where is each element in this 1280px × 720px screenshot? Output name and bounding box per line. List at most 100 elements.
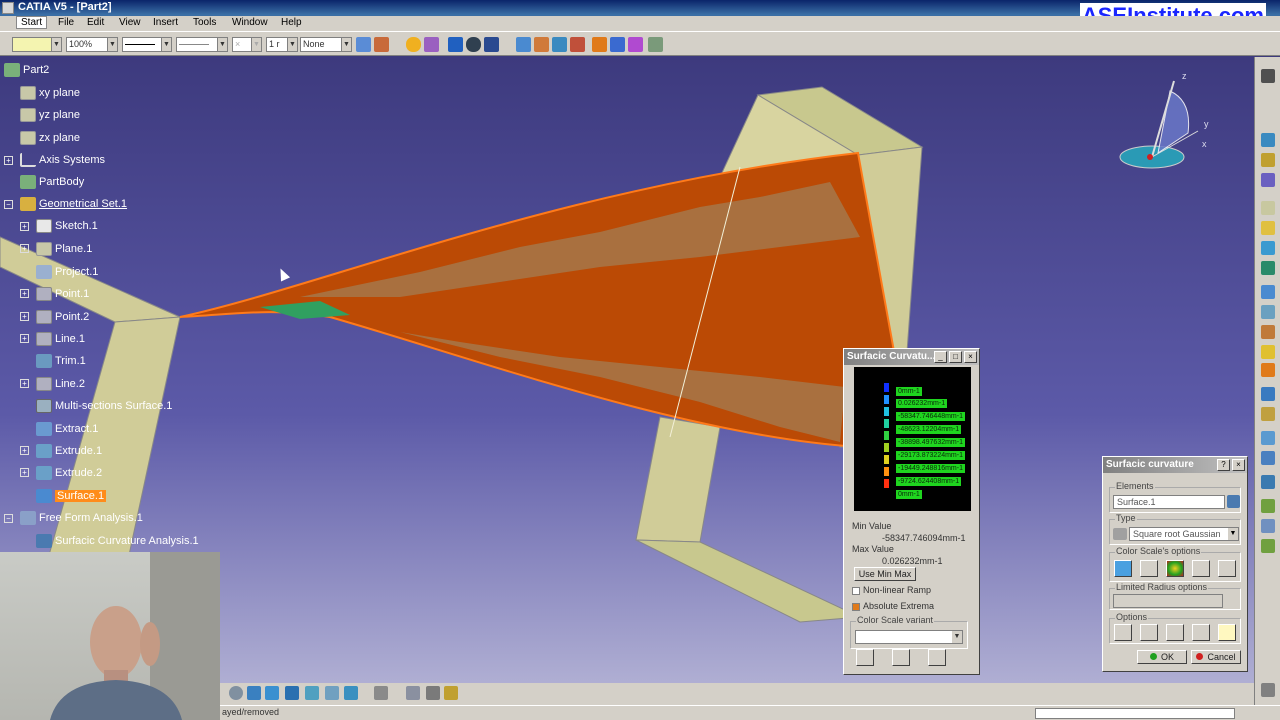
bulb-option-icon[interactable] <box>1218 624 1236 641</box>
expand-icon[interactable]: + <box>20 379 29 388</box>
translate-tool-icon[interactable] <box>1261 499 1275 513</box>
select-icon[interactable] <box>1261 69 1275 83</box>
whats-this-icon[interactable] <box>424 37 439 52</box>
tree-node-yz-plane[interactable]: yz plane <box>20 106 80 124</box>
draft-analysis-icon[interactable] <box>552 37 567 52</box>
tree-node-multisections-surface1[interactable]: Multi-sections Surface.1 <box>36 397 172 415</box>
tree-node-trim1[interactable]: Trim.1 <box>36 352 86 370</box>
tree-node-geometrical-set[interactable]: Geometrical Set.1 <box>20 195 127 213</box>
close-button[interactable]: × <box>964 351 977 363</box>
expand-icon[interactable]: + <box>20 312 29 321</box>
absolute-extrema-checkbox[interactable]: Absolute Extrema <box>852 601 934 611</box>
type-select[interactable]: Square root Gaussian ▼ <box>1129 527 1239 541</box>
elements-field[interactable]: Surface.1 <box>1113 495 1225 509</box>
menu-edit[interactable]: Edit <box>87 17 104 28</box>
tree-node-plane1[interactable]: Plane.1 <box>36 240 92 258</box>
multi-sections-tool-icon[interactable] <box>1261 345 1275 359</box>
reflect-lines-icon[interactable] <box>610 37 625 52</box>
tree-node-partbody[interactable]: PartBody <box>20 173 84 191</box>
tree-node-xy-plane[interactable]: xy plane <box>20 84 80 102</box>
diagnostic-option-icon[interactable] <box>1192 624 1210 641</box>
highlight-icon[interactable] <box>628 37 643 52</box>
extract-tool-icon[interactable] <box>1261 451 1275 465</box>
painter-icon[interactable] <box>356 37 371 52</box>
swap-space-icon[interactable] <box>344 686 358 700</box>
pointer-option-icon[interactable] <box>1140 624 1158 641</box>
layer-combo[interactable]: None ▼ <box>300 37 352 52</box>
cancel-button[interactable]: Cancel <box>1191 650 1241 664</box>
tree-node-line2[interactable]: Line.2 <box>36 375 85 393</box>
tree-node-line1[interactable]: Line.1 <box>36 330 85 348</box>
new-variant-icon[interactable] <box>856 649 874 666</box>
multi-select-icon[interactable] <box>1227 495 1240 508</box>
connect-checker-icon[interactable] <box>570 37 585 52</box>
maximize-button[interactable]: □ <box>949 351 962 363</box>
axis-option-icon[interactable] <box>1114 624 1132 641</box>
help-icon[interactable] <box>406 37 421 52</box>
expand-icon[interactable]: + <box>4 156 13 165</box>
menu-view[interactable]: View <box>119 17 141 28</box>
line-thickness-combo[interactable]: ▼ <box>122 37 172 52</box>
measure-icon[interactable] <box>406 686 420 700</box>
frame-option-icon[interactable] <box>1166 624 1184 641</box>
fill-tool-icon[interactable] <box>1261 325 1275 339</box>
tree-node-extrude2[interactable]: Extrude.2 <box>36 464 102 482</box>
analysis-icon[interactable] <box>516 37 531 52</box>
tree-node-zx-plane[interactable]: zx plane <box>20 129 80 147</box>
help-button[interactable]: ? <box>1217 459 1230 471</box>
revolve-tool-icon[interactable] <box>1261 241 1275 255</box>
collapse-icon[interactable]: − <box>4 200 13 209</box>
trim-tool-icon[interactable] <box>1261 431 1275 445</box>
blend-tool-icon[interactable] <box>1261 363 1275 377</box>
symmetry-tool-icon[interactable] <box>1261 539 1275 553</box>
update-icon[interactable] <box>374 686 388 700</box>
shading-icon[interactable] <box>305 686 319 700</box>
layer-width-combo[interactable]: 1 r ▼ <box>266 37 298 52</box>
command-input[interactable] <box>1035 708 1235 719</box>
sketcher-icon[interactable] <box>1261 133 1275 147</box>
expand-icon[interactable]: + <box>20 289 29 298</box>
tree-node-point2[interactable]: Point.2 <box>36 308 89 326</box>
close-button[interactable]: × <box>1232 459 1245 471</box>
use-min-max-button[interactable]: Use Min Max <box>854 567 916 581</box>
tree-node-extract1[interactable]: Extract.1 <box>36 420 98 438</box>
mapping-icon[interactable] <box>648 37 663 52</box>
curvature-icon[interactable] <box>534 37 549 52</box>
tree-node-surface1[interactable]: Surface.1 <box>36 487 107 505</box>
menu-file[interactable]: File <box>58 17 74 28</box>
expand-icon[interactable]: + <box>20 446 29 455</box>
brush-icon[interactable] <box>374 37 389 52</box>
tree-node-part2[interactable]: Part2 <box>4 61 49 79</box>
tree-node-extrude1[interactable]: Extrude.1 <box>36 442 102 460</box>
compass-icon[interactable]: z y x <box>1110 71 1220 181</box>
curvature-grid-icon[interactable] <box>1140 560 1158 577</box>
sphere-tool-icon[interactable] <box>1261 261 1275 275</box>
hide-show-icon[interactable] <box>325 686 339 700</box>
line-type-combo[interactable]: ▼ <box>176 37 228 52</box>
collapse-icon[interactable]: − <box>4 514 13 523</box>
color-scale-variant-select[interactable]: ▼ <box>855 630 963 644</box>
expand-icon[interactable]: + <box>20 334 29 343</box>
menu-start[interactable]: Start <box>16 16 48 29</box>
tree-node-sketch1[interactable]: Sketch.1 <box>36 217 98 235</box>
transparency-combo[interactable]: 100% ▼ <box>66 37 118 52</box>
expand-icon[interactable]: + <box>20 244 29 253</box>
color-scale-icon[interactable] <box>1114 560 1132 577</box>
menu-insert[interactable]: Insert <box>153 17 178 28</box>
color-wheel-icon[interactable] <box>1166 560 1184 577</box>
rotate-tool-icon[interactable] <box>1261 519 1275 533</box>
catia-app-icon[interactable] <box>2 2 14 14</box>
expand-icon[interactable]: + <box>20 468 29 477</box>
nonlinear-ramp-checkbox[interactable]: Non-linear Ramp <box>852 585 931 595</box>
inertia-icon[interactable] <box>426 686 440 700</box>
ok-button[interactable]: OK <box>1137 650 1187 664</box>
normal-view-icon[interactable] <box>247 686 261 700</box>
extrude-tool-icon[interactable] <box>1261 221 1275 235</box>
zoom-in-icon[interactable] <box>229 686 243 700</box>
point-tool-icon[interactable] <box>1261 153 1275 167</box>
fly-mode-icon[interactable] <box>448 37 463 52</box>
save-variant-icon[interactable] <box>928 649 946 666</box>
refresh-scale-icon[interactable] <box>1192 560 1210 577</box>
minimize-button[interactable]: _ <box>934 351 947 363</box>
fill-color-combo[interactable]: ▼ <box>12 37 62 52</box>
